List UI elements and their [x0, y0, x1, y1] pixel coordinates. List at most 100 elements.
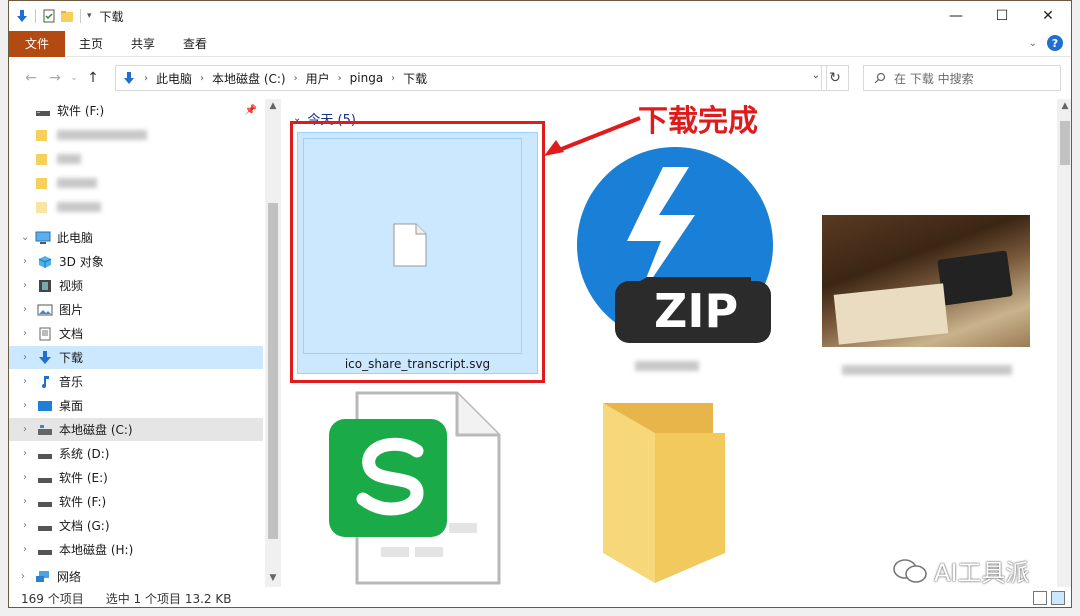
new-folder-icon[interactable]	[60, 9, 74, 23]
navigation-pane: 软件 (F:) 📌 ⌄ 此电脑 › 3D 对象 › 视频 › 图片 › 文档 › 下载 ›…	[9, 99, 265, 587]
nav-item-pictures[interactable]: › 图片	[9, 298, 263, 321]
breadcrumb-this-pc[interactable]: 此电脑	[156, 70, 192, 87]
tab-share[interactable]: 共享	[117, 31, 169, 57]
folder-tile[interactable]	[599, 399, 729, 587]
tab-view[interactable]: 查看	[169, 31, 221, 57]
video-icon	[39, 279, 51, 292]
nav-item-pinned-drive[interactable]: 软件 (F:) 📌	[9, 99, 263, 122]
file-tile-image[interactable]	[822, 215, 1032, 375]
nav-item-drive-e[interactable]: › 软件 (E:)	[9, 466, 263, 489]
nav-item-folder[interactable]	[9, 123, 263, 146]
details-view-icon[interactable]	[1033, 591, 1047, 605]
search-placeholder: 在 下载 中搜索	[894, 71, 974, 86]
collapsed-chevron-icon[interactable]: ›	[23, 400, 37, 411]
back-arrow-icon[interactable]: ←	[19, 70, 43, 86]
collapsed-chevron-icon[interactable]: ›	[23, 544, 37, 555]
nav-scrollbar[interactable]: ▲ ▼	[265, 99, 281, 587]
breadcrumb-downloads[interactable]: 下载	[403, 70, 427, 87]
tab-home[interactable]: 主页	[65, 31, 117, 57]
file-tile-spreadsheet[interactable]	[321, 389, 511, 587]
nav-item-label: 3D 对象	[59, 255, 104, 269]
nav-item-label: 软件 (E:)	[59, 471, 108, 485]
nav-item-this-pc[interactable]: ⌄ 此电脑	[9, 226, 263, 249]
collapsed-chevron-icon[interactable]: ›	[23, 376, 37, 387]
maximize-button[interactable]: ☐	[979, 1, 1025, 31]
breadcrumb-drive-c[interactable]: 本地磁盘 (C:)	[212, 70, 286, 87]
collapsed-chevron-icon[interactable]: ›	[23, 280, 37, 291]
collapsed-chevron-icon[interactable]: ›	[23, 472, 37, 483]
collapsed-chevron-icon[interactable]: ›	[23, 496, 37, 507]
search-input[interactable]: 在 下载 中搜索	[863, 65, 1061, 91]
nav-item-folder[interactable]	[9, 195, 263, 218]
address-dropdown-icon[interactable]: ⌄	[812, 70, 820, 81]
collapsed-chevron-icon[interactable]: ›	[23, 256, 37, 267]
chevron-right-icon: ›	[337, 72, 342, 84]
chevron-right-icon: ›	[293, 72, 298, 84]
collapsed-chevron-icon[interactable]: ›	[23, 424, 37, 435]
scroll-up-icon[interactable]: ▲	[1057, 101, 1071, 111]
minimize-button[interactable]: —	[933, 1, 979, 31]
scroll-up-icon[interactable]: ▲	[265, 101, 281, 111]
properties-icon[interactable]	[42, 9, 56, 23]
nav-item-drive-c[interactable]: › 本地磁盘 (C:)	[9, 418, 263, 441]
nav-item-3d-objects[interactable]: › 3D 对象	[9, 250, 263, 273]
file-tile-zip[interactable]: ZIP	[571, 141, 781, 371]
separator	[80, 9, 81, 23]
collapsed-chevron-icon[interactable]: ›	[23, 328, 37, 339]
nav-item-folder[interactable]	[9, 171, 263, 194]
drive-icon	[38, 501, 52, 507]
image-thumbnail	[822, 215, 1030, 347]
nav-item-label: 本地磁盘 (H:)	[59, 543, 134, 557]
tab-file[interactable]: 文件	[9, 30, 66, 57]
nav-item-label: 文档	[59, 327, 84, 341]
pin-icon[interactable]: 📌	[245, 105, 257, 116]
drive-icon	[38, 453, 52, 459]
nav-item-drive-g[interactable]: › 文档 (G:)	[9, 514, 263, 537]
close-button[interactable]: ✕	[1025, 1, 1071, 31]
nav-item-drive-f[interactable]: › 软件 (F:)	[9, 490, 263, 513]
nav-item-label: 桌面	[59, 399, 84, 413]
customize-toolbar-icon[interactable]: ▾	[87, 11, 92, 21]
drive-icon	[38, 549, 52, 555]
annotation-arrow-icon	[544, 116, 641, 156]
expanded-chevron-icon[interactable]: ⌄	[21, 232, 35, 243]
help-icon[interactable]: ?	[1047, 35, 1063, 51]
content-scrollbar[interactable]: ▲	[1057, 99, 1071, 587]
computer-icon	[35, 231, 51, 244]
download-arrow-icon[interactable]	[15, 9, 29, 23]
nav-item-drive-d[interactable]: › 系统 (D:)	[9, 442, 263, 465]
expand-ribbon-icon[interactable]: ⌄	[1029, 38, 1037, 49]
breadcrumb-user[interactable]: pinga	[350, 71, 384, 85]
nav-item-desktop[interactable]: › 桌面	[9, 394, 263, 417]
refresh-button[interactable]: ↻	[821, 65, 849, 91]
nav-item-label: 下载	[59, 351, 84, 365]
nav-item-documents[interactable]: › 文档	[9, 322, 263, 345]
collapsed-chevron-icon[interactable]: ›	[23, 520, 37, 531]
collapsed-chevron-icon[interactable]: ›	[21, 571, 35, 582]
up-arrow-icon[interactable]: ↑	[81, 70, 105, 86]
collapsed-chevron-icon[interactable]: ›	[23, 304, 37, 315]
scroll-thumb[interactable]	[1060, 121, 1070, 165]
blurred-label	[57, 201, 101, 212]
collapsed-chevron-icon[interactable]: ›	[23, 352, 37, 363]
nav-item-label: 此电脑	[57, 231, 94, 245]
drive-icon	[38, 424, 52, 435]
scroll-down-icon[interactable]: ▼	[265, 573, 281, 583]
nav-item-network[interactable]: › 网络	[9, 565, 263, 587]
nav-item-videos[interactable]: › 视频	[9, 274, 263, 297]
large-icons-view-icon[interactable]	[1051, 591, 1065, 605]
forward-arrow-icon[interactable]: →	[43, 70, 67, 86]
download-folder-icon	[124, 72, 134, 84]
address-bar[interactable]: › 此电脑 › 本地磁盘 (C:) › 用户 › pinga › 下载 ⌄	[115, 65, 827, 91]
nav-item-music[interactable]: › 音乐	[9, 370, 263, 393]
nav-item-drive-h[interactable]: › 本地磁盘 (H:)	[9, 538, 263, 561]
breadcrumb-users[interactable]: 用户	[306, 70, 330, 87]
view-switcher	[1033, 591, 1065, 605]
recent-chevron-icon[interactable]: ⌄	[67, 73, 81, 83]
collapsed-chevron-icon[interactable]: ›	[23, 448, 37, 459]
scroll-thumb[interactable]	[268, 203, 278, 539]
blurred-label	[57, 129, 147, 140]
highlight-box	[290, 121, 545, 383]
nav-item-downloads[interactable]: › 下载	[9, 346, 263, 369]
nav-item-folder[interactable]	[9, 147, 263, 170]
